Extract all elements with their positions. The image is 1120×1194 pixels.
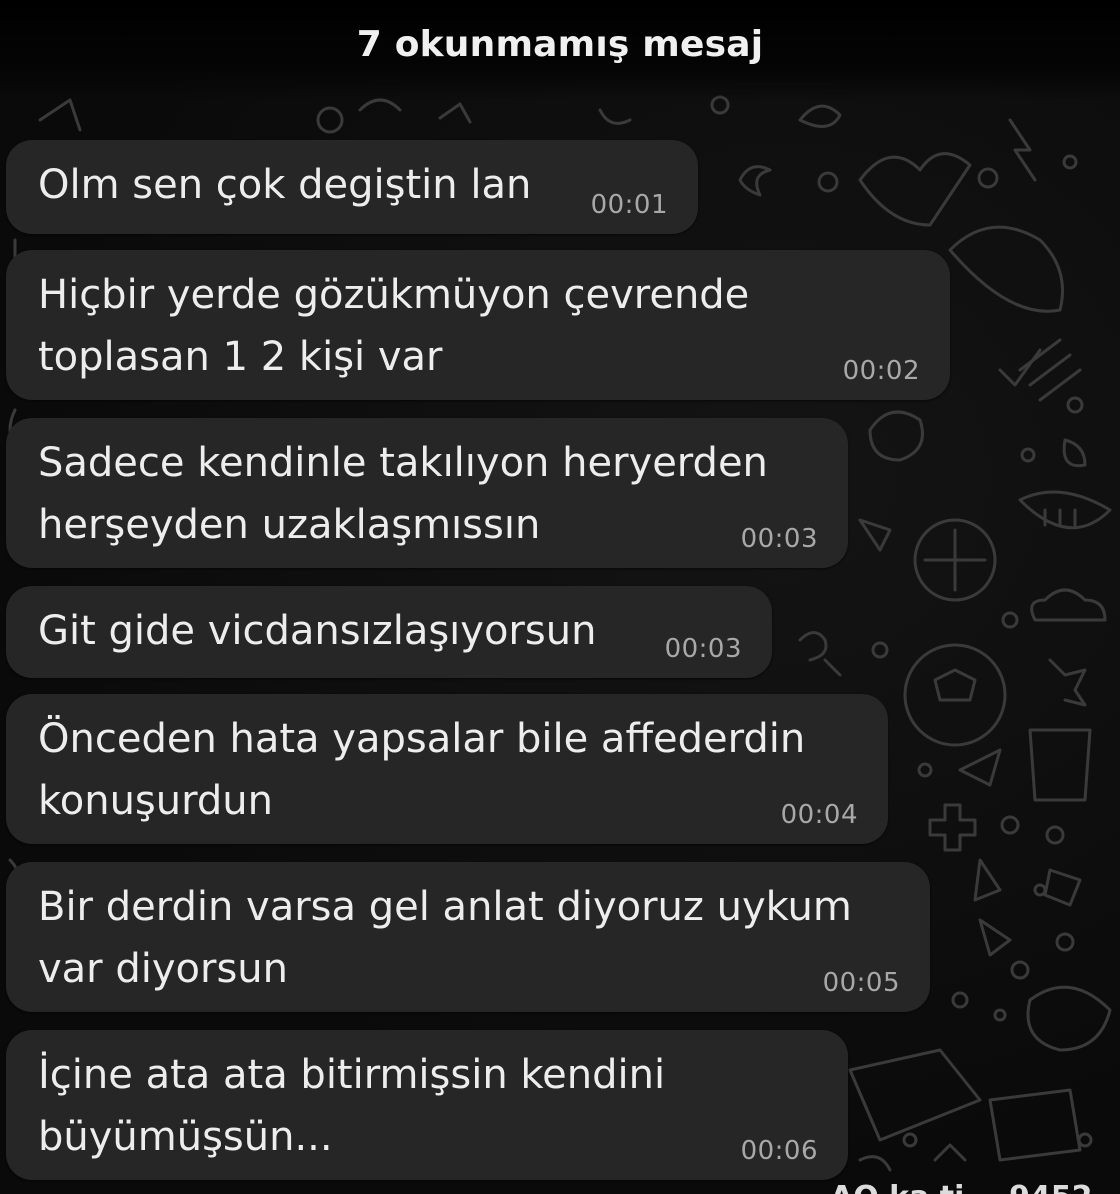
message-timestamp: 00:05	[822, 968, 900, 998]
unread-count-label: 7 okunmamış mesaj	[356, 24, 764, 65]
message-bubble[interactable]: Önceden hata yapsalar bile affederdin ko…	[6, 694, 888, 844]
message-bubble[interactable]: İçine ata ata bitirmişsin kendini büyümü…	[6, 1030, 848, 1180]
message-text: Bir derdin varsa gel anlat diyoruz uykum…	[38, 884, 852, 992]
unread-messages-banner: 7 okunmamış mesaj	[0, 0, 1120, 100]
message-text: Olm sen çok degiştin lan	[38, 162, 532, 208]
message-text: Sadece kendinle takılıyon heryerden herş…	[38, 440, 768, 548]
bottom-cutoff-text: AO ka ti... 9452	[830, 1180, 1093, 1194]
message-bubble[interactable]: Bir derdin varsa gel anlat diyoruz uykum…	[6, 862, 930, 1012]
message-timestamp: 00:03	[664, 634, 742, 664]
message-bubble[interactable]: Git gide vicdansızlaşıyorsun 00:03	[6, 586, 772, 678]
message-bubble[interactable]: Hiçbir yerde gözükmüyon çevrende toplasa…	[6, 250, 950, 400]
message-timestamp: 00:02	[842, 356, 920, 386]
message-text: Git gide vicdansızlaşıyorsun	[38, 608, 597, 654]
message-timestamp: 00:04	[780, 800, 858, 830]
message-text: Hiçbir yerde gözükmüyon çevrende toplasa…	[38, 272, 750, 380]
message-bubble[interactable]: Olm sen çok degiştin lan 00:01	[6, 140, 698, 234]
chat-area[interactable]: 7 okunmamış mesaj Olm sen çok degiştin l…	[0, 0, 1120, 1194]
message-text: İçine ata ata bitirmişsin kendini büyümü…	[38, 1052, 666, 1160]
message-timestamp: 00:01	[590, 190, 668, 220]
message-timestamp: 00:03	[740, 524, 818, 554]
message-bubble[interactable]: Sadece kendinle takılıyon heryerden herş…	[6, 418, 848, 568]
message-timestamp: 00:06	[740, 1136, 818, 1166]
message-text: Önceden hata yapsalar bile affederdin ko…	[38, 716, 806, 824]
